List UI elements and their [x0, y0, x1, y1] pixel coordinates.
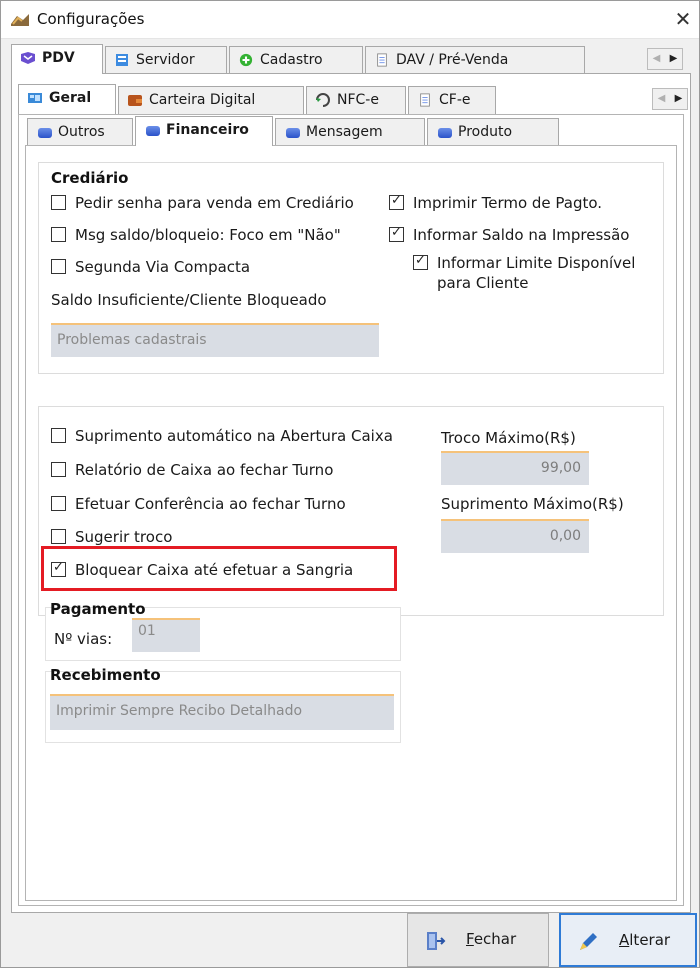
tab-dot-icon — [146, 126, 160, 136]
tab-servidor[interactable]: Servidor — [105, 46, 227, 74]
scroll-left-icon[interactable]: ◀ — [648, 49, 665, 69]
crediario-group: Crediário Pedir senha para venda em Cred… — [38, 162, 664, 374]
tab-produto[interactable]: Produto — [427, 118, 559, 146]
tab-cadastro[interactable]: Cadastro — [229, 46, 363, 74]
checkbox-box[interactable] — [389, 193, 404, 210]
suprimento-maximo-label: Suprimento Máximo(R$) — [441, 495, 624, 513]
checkbox-box[interactable] — [51, 529, 66, 544]
geral-panel: Outros Financeiro Mensagem Produto Credi… — [18, 114, 684, 906]
checkbox-box[interactable] — [51, 227, 66, 242]
recebimento-group: Recebimento Imprimir Sempre Recibo Detal… — [45, 666, 401, 743]
pagamento-title: Pagamento — [50, 600, 146, 618]
settings-app-icon — [11, 14, 29, 26]
crediario-title: Crediário — [51, 169, 129, 187]
scroll-right-icon[interactable]: ▶ — [665, 49, 682, 69]
highlight-box — [41, 546, 397, 591]
tab-outros[interactable]: Outros — [27, 118, 133, 146]
checkbox-box[interactable] — [51, 259, 66, 274]
tab-geral[interactable]: Geral — [18, 84, 116, 114]
pdv-panel: Geral Carteira Digital NFC-e CF-e ◀ ▶ Ou… — [11, 73, 691, 913]
tabs-level2-scroll[interactable]: ◀ ▶ — [652, 88, 688, 110]
recebimento-title: Recebimento — [50, 666, 161, 684]
suprimento-maximo-field[interactable]: 0,00 — [441, 519, 589, 553]
tab-mensagem[interactable]: Mensagem — [275, 118, 425, 146]
server-icon — [116, 54, 128, 66]
exit-door-icon — [427, 932, 446, 950]
tab-cfe[interactable]: CF-e — [408, 86, 496, 114]
pdv-icon — [21, 52, 35, 64]
scroll-left-icon[interactable]: ◀ — [653, 89, 670, 109]
tabs-level3: Outros Financeiro Mensagem Produto — [27, 116, 667, 146]
tab-dot-icon — [286, 128, 300, 138]
nfce-icon — [316, 93, 330, 107]
plus-circle-icon — [239, 53, 253, 67]
tab-nfce[interactable]: NFC-e — [306, 86, 406, 114]
tab-financeiro[interactable]: Financeiro — [135, 116, 273, 146]
pagamento-group: Pagamento Nº vias: 01 — [45, 600, 401, 661]
window-title: Configurações — [37, 10, 145, 28]
tab-dot-icon — [38, 128, 52, 138]
wallet-icon — [128, 95, 142, 106]
fechar-label: Fechar — [466, 930, 517, 948]
caixa-group: Suprimento automático na Abertura Caixa … — [38, 406, 664, 743]
checkbox-box[interactable] — [51, 195, 66, 210]
document-icon — [377, 53, 387, 67]
saldo-insuficiente-label: Saldo Insuficiente/Cliente Bloqueado — [51, 291, 327, 309]
tab-dav-pre-venda[interactable]: DAV / Pré-Venda — [365, 46, 585, 74]
tab-carteira-digital[interactable]: Carteira Digital — [118, 86, 304, 114]
checkbox-box[interactable] — [413, 253, 428, 270]
troco-maximo-label: Troco Máximo(R$) — [441, 429, 576, 447]
troco-maximo-field[interactable]: 99,00 — [441, 451, 589, 485]
document-icon — [420, 93, 430, 107]
fechar-button[interactable]: Fechar — [407, 913, 549, 967]
title-bar: Configurações ✕ — [1, 1, 699, 39]
financeiro-panel: Crediário Pedir senha para venda em Cred… — [25, 145, 677, 901]
saldo-insuficiente-field[interactable]: Problemas cadastrais — [51, 323, 379, 357]
vias-field[interactable]: 01 — [132, 618, 200, 652]
checkbox-box[interactable] — [51, 462, 66, 477]
alterar-label: Alterar — [619, 931, 671, 949]
tab-dot-icon — [438, 128, 452, 138]
geral-icon — [28, 93, 42, 103]
checkbox-box[interactable] — [389, 225, 404, 242]
tab-pdv[interactable]: PDV — [11, 44, 103, 74]
checkbox-box[interactable] — [51, 428, 66, 443]
recebimento-field[interactable]: Imprimir Sempre Recibo Detalhado — [50, 694, 394, 730]
alterar-button[interactable]: Alterar — [559, 913, 697, 967]
tabs-level1-scroll[interactable]: ◀ ▶ — [647, 48, 683, 70]
pen-icon — [580, 933, 597, 950]
tabs-level2: Geral Carteira Digital NFC-e CF-e ◀ ▶ — [18, 84, 688, 114]
configuracoes-window: Configurações ✕ PDV Servidor Cadastro DA… — [0, 0, 700, 968]
checkbox-box[interactable] — [51, 496, 66, 511]
vias-label: Nº vias: — [54, 630, 113, 648]
close-icon[interactable]: ✕ — [671, 5, 695, 33]
scroll-right-icon[interactable]: ▶ — [670, 89, 687, 109]
tabs-level1: PDV Servidor Cadastro DAV / Pré-Venda ◀ … — [11, 44, 691, 74]
